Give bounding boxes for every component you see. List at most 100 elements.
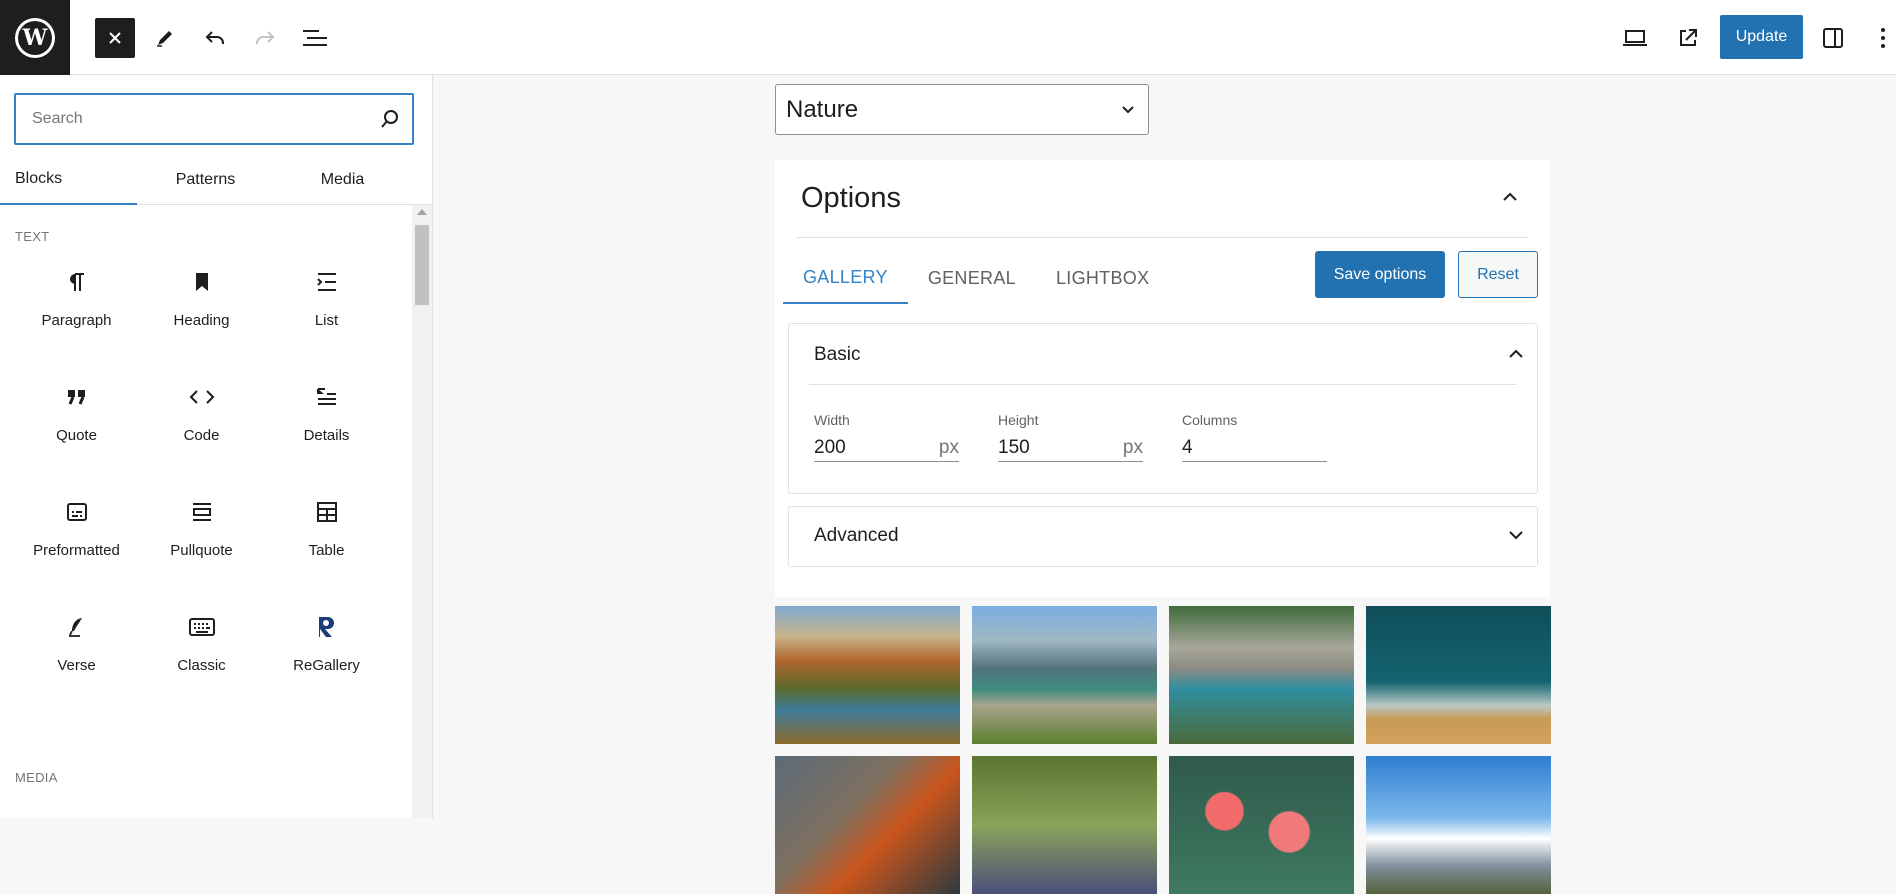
update-button[interactable]: Update <box>1720 15 1803 59</box>
gallery-preview <box>775 606 1551 894</box>
block-label: Pullquote <box>170 542 233 559</box>
external-link-icon <box>1680 29 1697 46</box>
desktop-preview-icon <box>1623 30 1647 46</box>
block-label: Paragraph <box>41 312 112 329</box>
columns-value[interactable]: 4 <box>1182 437 1193 459</box>
columns-input[interactable]: 4 <box>1182 434 1327 462</box>
block-label: Preformatted <box>33 542 120 559</box>
tab-blocks[interactable]: Blocks <box>0 155 137 205</box>
block-label: ReGallery <box>293 657 360 674</box>
height-value[interactable]: 150 <box>998 437 1030 459</box>
width-unit: px <box>938 436 959 458</box>
feather-icon <box>57 607 97 647</box>
block-label: Heading <box>173 312 230 329</box>
height-input[interactable]: 150 px <box>998 434 1143 462</box>
gallery-image[interactable] <box>775 756 960 894</box>
block-quote[interactable]: Quote <box>14 363 139 478</box>
block-heading[interactable]: Heading <box>139 248 264 363</box>
width-input[interactable]: 200 px <box>814 434 959 462</box>
block-details[interactable]: Details <box>264 363 389 478</box>
width-field: Width 200 px <box>814 412 959 462</box>
tab-general[interactable]: GENERAL <box>908 252 1036 304</box>
pullquote-icon <box>182 492 222 532</box>
block-label: Code <box>183 427 220 444</box>
block-label: List <box>314 312 339 329</box>
tab-patterns[interactable]: Patterns <box>137 155 274 205</box>
block-pullquote[interactable]: Pullquote <box>139 478 264 593</box>
more-options-icon <box>1881 28 1885 48</box>
undo-button[interactable] <box>195 18 235 58</box>
basic-panel-title[interactable]: Basic <box>814 344 860 366</box>
block-classic[interactable]: Classic <box>139 593 264 708</box>
settings-sidebar-button[interactable] <box>1813 18 1853 58</box>
gallery-image[interactable] <box>1366 606 1551 744</box>
paragraph-icon <box>57 262 97 302</box>
block-verse[interactable]: Verse <box>14 593 139 708</box>
redo-button[interactable] <box>245 18 285 58</box>
block-label: Details <box>303 427 350 444</box>
wordpress-logo[interactable]: W <box>0 0 70 75</box>
block-table[interactable]: Table <box>264 478 389 593</box>
gallery-image[interactable] <box>1169 756 1354 894</box>
section-text-label: TEXT <box>15 229 50 244</box>
close-inserter-button[interactable] <box>95 18 135 58</box>
block-regallery[interactable]: ReGallery <box>264 593 389 708</box>
pencil-icon <box>157 31 172 47</box>
block-label: Table <box>308 542 345 559</box>
tools-button[interactable] <box>145 18 185 58</box>
block-label: Classic <box>177 657 226 674</box>
preview-button[interactable] <box>1615 18 1655 58</box>
inserter-tabs: Blocks Patterns Media <box>0 155 432 205</box>
basic-panel: Basic Width 200 px Height 150 px Columns… <box>788 323 1538 494</box>
advanced-panel[interactable]: Advanced <box>788 506 1538 567</box>
tab-gallery[interactable]: GALLERY <box>783 252 908 304</box>
editor-toolbar: W Update <box>0 0 1896 75</box>
options-card: Options GALLERY GENERAL LIGHTBOX Save op… <box>775 160 1550 597</box>
reset-button[interactable]: Reset <box>1458 251 1538 298</box>
redo-icon <box>256 31 275 44</box>
advanced-panel-title[interactable]: Advanced <box>814 525 899 547</box>
inserter-scrollbar[interactable] <box>412 205 432 818</box>
view-post-button[interactable] <box>1668 18 1708 58</box>
chevron-up-icon[interactable] <box>1501 190 1519 204</box>
save-options-button[interactable]: Save options <box>1315 251 1445 298</box>
gallery-image[interactable] <box>972 756 1157 894</box>
tab-lightbox[interactable]: LIGHTBOX <box>1036 252 1169 304</box>
gallery-image[interactable] <box>1366 756 1551 894</box>
options-tabs: GALLERY GENERAL LIGHTBOX <box>783 252 1169 304</box>
list-icon <box>307 262 347 302</box>
gallery-image[interactable] <box>1169 606 1354 744</box>
gallery-image[interactable] <box>972 606 1157 744</box>
sidebar-toggle-icon <box>1823 28 1843 48</box>
block-list[interactable]: List <box>264 248 389 363</box>
bookmark-icon <box>182 262 222 302</box>
search-input[interactable] <box>16 95 368 143</box>
gallery-select[interactable]: Nature <box>775 84 1149 135</box>
chevron-down-icon[interactable] <box>1507 528 1525 542</box>
width-value[interactable]: 200 <box>814 437 846 459</box>
section-media-label: MEDIA <box>15 770 58 785</box>
block-grid: Paragraph Heading List Quote Code Detail… <box>14 248 394 708</box>
keyboard-icon <box>182 607 222 647</box>
details-icon <box>307 377 347 417</box>
options-menu-button[interactable] <box>1870 18 1896 58</box>
preformatted-icon <box>57 492 97 532</box>
columns-field: Columns 4 <box>1182 412 1327 462</box>
wordpress-logo-icon: W <box>18 20 52 55</box>
chevron-up-icon[interactable] <box>1507 347 1525 361</box>
tab-media[interactable]: Media <box>274 155 411 205</box>
block-code[interactable]: Code <box>139 363 264 478</box>
block-label: Verse <box>57 657 96 674</box>
gallery-select-value: Nature <box>786 95 859 123</box>
block-preformatted[interactable]: Preformatted <box>14 478 139 593</box>
scroll-up-arrow[interactable] <box>417 209 427 215</box>
undo-icon <box>205 31 224 44</box>
scrollbar-thumb[interactable] <box>415 225 429 305</box>
block-paragraph[interactable]: Paragraph <box>14 248 139 363</box>
gallery-image[interactable] <box>775 606 960 744</box>
code-icon <box>182 377 222 417</box>
search-icon <box>368 109 412 129</box>
list-view-button[interactable] <box>295 18 335 58</box>
options-title: Options <box>801 182 901 214</box>
divider <box>796 237 1528 238</box>
